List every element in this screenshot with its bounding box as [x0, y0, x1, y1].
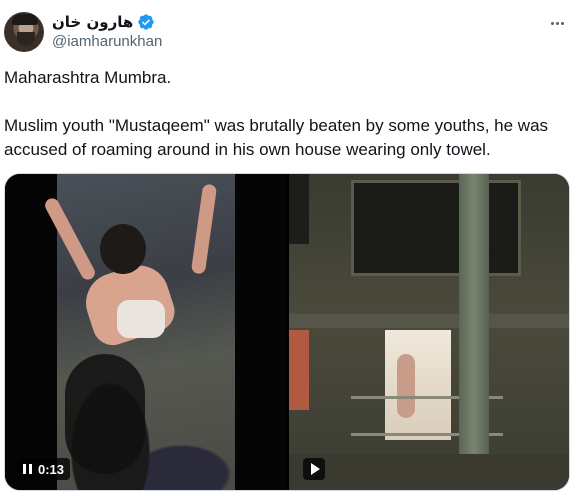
pause-icon	[23, 464, 32, 474]
tweet-text-line-1: Maharashtra Mumbra.	[4, 68, 172, 87]
video-2-window	[289, 330, 309, 410]
avatar-hair	[12, 14, 38, 25]
author-name-row: هارون خان	[52, 11, 155, 33]
video-1-pause-button[interactable]: 0:13	[17, 458, 71, 480]
play-icon	[310, 463, 320, 475]
video-2-ground	[289, 454, 569, 490]
video-2-ledge	[289, 314, 569, 328]
author-handle[interactable]: @iamharunkhan	[52, 33, 162, 50]
video-2-play-button[interactable]	[303, 458, 325, 480]
video-1-duration: 0:13	[38, 461, 65, 477]
tweet-card: هارون خان @iamharunkhan Maharashtra Mumb…	[0, 0, 572, 493]
video-1[interactable]: 0:13	[5, 174, 287, 490]
author-avatar[interactable]	[4, 12, 44, 52]
video-2-window	[351, 180, 521, 276]
more-options-icon[interactable]	[546, 12, 568, 34]
tweet-text: Maharashtra Mumbra. Muslim youth "Mustaq…	[4, 66, 568, 162]
video-2-pole	[459, 174, 489, 490]
video-1-shadow	[65, 354, 145, 474]
tweet-text-line-2: Muslim youth "Mustaqeem" was brutally be…	[4, 116, 549, 159]
avatar-beard	[17, 32, 35, 46]
video-1-figure-towel	[117, 300, 165, 338]
video-2-window	[289, 174, 309, 244]
verified-badge-icon	[138, 14, 154, 30]
author-display-name[interactable]: هارون خان	[52, 13, 133, 31]
media-grid: 0:13	[4, 173, 570, 491]
video-2[interactable]	[289, 174, 569, 490]
video-1-figure-head	[100, 224, 146, 274]
